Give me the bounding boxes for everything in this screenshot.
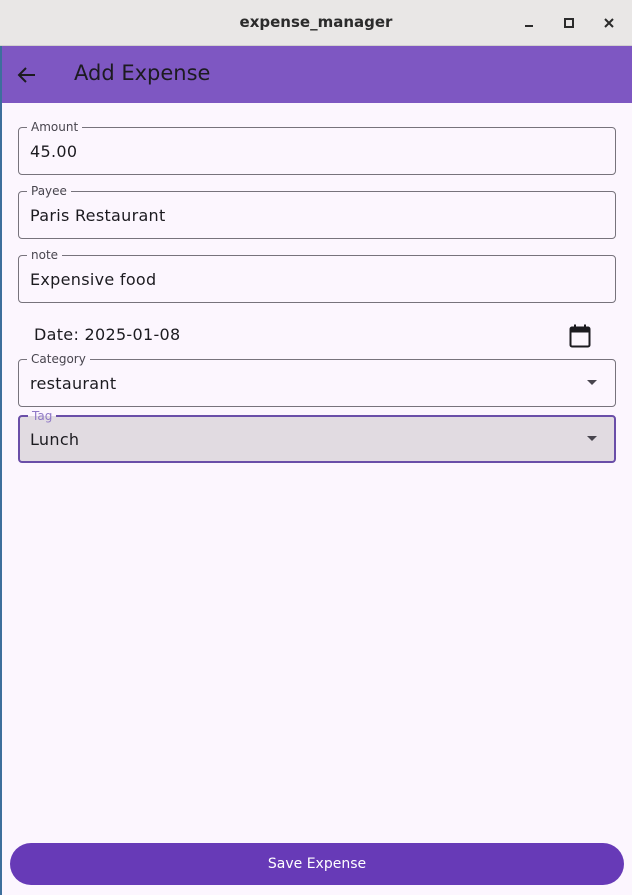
amount-label: Amount [27,120,83,134]
payee-field[interactable]: Payee Paris Restaurant [18,184,616,239]
category-value: restaurant [30,374,117,393]
back-button[interactable] [12,60,42,90]
tag-label: Tag [28,409,57,423]
page-title: Add Expense [74,61,211,85]
tag-value: Lunch [30,430,80,449]
desktop-edge [0,46,2,895]
close-button[interactable] [598,12,620,34]
amount-value: 45.00 [30,142,78,161]
category-dropdown[interactable]: Category restaurant [18,352,616,407]
minimize-icon [525,25,533,27]
payee-label: Payee [27,184,71,198]
date-text: Date: 2025-01-08 [34,325,181,344]
arrow-back-icon [17,67,35,83]
minimize-button[interactable] [518,12,540,34]
close-icon [604,18,614,28]
dropdown-arrow-icon [587,380,597,385]
note-field[interactable]: note Expensive food [18,248,616,303]
payee-value: Paris Restaurant [30,206,166,225]
category-label: Category [27,352,90,366]
note-label: note [27,248,63,262]
dropdown-arrow-icon [587,436,597,441]
app-bar: Add Expense [2,46,632,103]
amount-field[interactable]: Amount 45.00 [18,120,616,175]
window-titlebar: expense_manager [0,0,632,46]
maximize-icon [564,18,574,28]
calendar-icon [569,324,591,348]
date-picker-button[interactable] [566,322,594,350]
save-expense-button[interactable]: Save Expense [10,843,624,885]
maximize-button[interactable] [558,12,580,34]
tag-dropdown[interactable]: Tag Lunch [18,409,616,463]
note-value: Expensive food [30,270,157,289]
